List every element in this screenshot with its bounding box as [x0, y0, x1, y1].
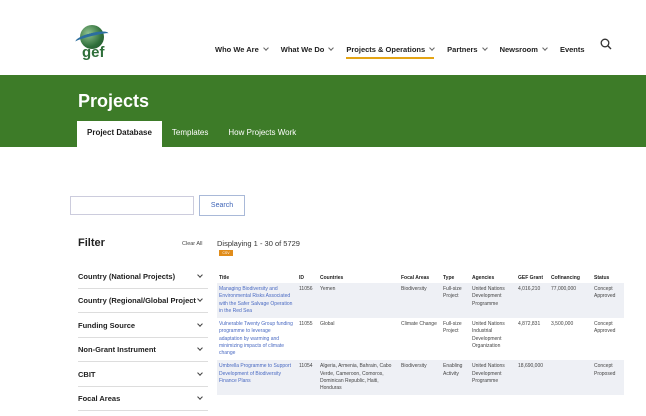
- table-header-row: Title ID Countries Focal Areas Type Agen…: [217, 262, 624, 283]
- nav-label: Projects & Operations: [346, 45, 426, 54]
- tab-templates[interactable]: Templates: [162, 121, 218, 147]
- project-agency: United Nations Development Programme: [470, 360, 516, 396]
- main-nav: Who We Are What We Do Projects & Operati…: [215, 40, 598, 59]
- chevron-down-icon: [542, 45, 548, 51]
- projects-table: Title ID Countries Focal Areas Type Agen…: [217, 262, 624, 396]
- filter-cbit[interactable]: CBIT: [78, 363, 208, 387]
- filter-title: Filter: [78, 237, 105, 249]
- project-focal-area: Biodiversity: [399, 283, 441, 318]
- project-title-link[interactable]: Umbrella Programme to Support Developmen…: [217, 360, 297, 396]
- nav-label: Events: [559, 45, 585, 54]
- project-countries: Global: [320, 321, 335, 327]
- filter-focal-areas[interactable]: Focal Areas: [78, 387, 208, 411]
- nav-events[interactable]: Events: [560, 45, 585, 54]
- project-grant: 4,872,831: [518, 321, 541, 327]
- filter-label: Funding Source: [78, 321, 136, 330]
- project-status: Concept Approved: [594, 321, 616, 335]
- nav-projects-operations[interactable]: Projects & Operations: [346, 45, 435, 59]
- table-row: Umbrella Programme to Support Developmen…: [217, 360, 624, 396]
- tab-how-projects-work[interactable]: How Projects Work: [218, 121, 306, 147]
- column-header-agencies[interactable]: Agencies: [470, 262, 516, 283]
- project-type: Full-size Project: [441, 283, 470, 318]
- section-tabs: Project Database Templates How Projects …: [77, 121, 306, 147]
- column-header-status[interactable]: Status: [592, 262, 624, 283]
- column-header-gef-grant[interactable]: GEF Grant: [516, 262, 549, 283]
- project-status: Concept Proposed: [592, 360, 624, 396]
- project-agency: United Nations Industrial Development Or…: [472, 321, 505, 349]
- column-header-type[interactable]: Type: [441, 262, 470, 283]
- project-grant: 4,016,210: [516, 283, 549, 318]
- project-cofinancing: 77,000,000: [549, 283, 592, 318]
- nav-who-we-are[interactable]: Who We Are: [215, 45, 269, 54]
- page-title: Projects: [78, 91, 150, 111]
- project-cofinancing: [549, 360, 592, 396]
- search-button[interactable]: Search: [199, 195, 245, 216]
- project-type: Enabling Activity: [441, 360, 470, 396]
- nav-what-we-do[interactable]: What We Do: [280, 45, 335, 54]
- column-header-title[interactable]: Title: [217, 262, 297, 283]
- nav-label: What We Do: [280, 45, 325, 54]
- logo-text: gef: [82, 44, 105, 61]
- project-countries: Algeria, Armenia, Bahrain, Cabo Verde, C…: [318, 360, 399, 396]
- project-id: 11055: [299, 321, 313, 327]
- column-header-focal-areas[interactable]: Focal Areas: [399, 262, 441, 283]
- gef-logo[interactable]: gef: [74, 22, 110, 62]
- nav-partners[interactable]: Partners: [447, 45, 488, 54]
- chevron-down-icon: [328, 45, 335, 51]
- project-title-link[interactable]: Managing Biodiversity and Environmental …: [217, 283, 297, 318]
- chevron-down-icon: [262, 45, 269, 51]
- tab-project-database[interactable]: Project Database: [77, 121, 162, 147]
- chevron-down-icon: [197, 345, 203, 351]
- table-row: Managing Biodiversity and Environmental …: [217, 283, 624, 318]
- chevron-down-icon: [197, 296, 203, 302]
- project-id: 11056: [297, 283, 318, 318]
- chevron-down-icon: [197, 394, 203, 400]
- chevron-down-icon: [197, 272, 203, 278]
- chevron-down-icon: [197, 321, 203, 327]
- results-count: Displaying 1 - 30 of 5729: [217, 239, 300, 248]
- csv-download-icon[interactable]: CSV: [219, 250, 233, 256]
- filter-label: Non-Grant Instrument: [78, 345, 156, 354]
- filter-non-grant-instrument[interactable]: Non-Grant Instrument: [78, 338, 208, 362]
- column-header-id[interactable]: ID: [297, 262, 318, 283]
- project-status: Concept Approved: [592, 283, 624, 318]
- filter-label: CBIT: [78, 370, 96, 379]
- filter-label: Country (Regional/Global Projects): [78, 296, 196, 305]
- project-focal-area: Climate Change: [401, 321, 437, 327]
- chevron-down-icon: [429, 45, 435, 51]
- project-type: Full-size Project: [443, 321, 462, 335]
- nav-label: Partners: [447, 45, 478, 54]
- site-header: gef Who We Are What We Do Projects & Ope…: [0, 0, 646, 75]
- project-countries: Yemen: [318, 283, 399, 318]
- filter-funding-source[interactable]: Funding Source: [78, 314, 208, 338]
- clear-all-link[interactable]: Clear All: [182, 241, 202, 247]
- filter-label: Focal Areas: [78, 394, 121, 403]
- search-icon[interactable]: [600, 38, 612, 50]
- search-input[interactable]: [70, 196, 194, 215]
- project-id: 11054: [297, 360, 318, 396]
- nav-newsroom[interactable]: Newsroom: [499, 45, 548, 54]
- filter-label: Country (National Projects): [78, 272, 176, 281]
- filter-country-national[interactable]: Country (National Projects): [78, 265, 208, 289]
- project-focal-area: Biodiversity: [399, 360, 441, 396]
- chevron-down-icon: [197, 370, 203, 376]
- nav-label: Who We Are: [215, 45, 259, 54]
- project-title-link[interactable]: Vulnerable Twenty Group funding programm…: [217, 318, 297, 360]
- filter-country-regional[interactable]: Country (Regional/Global Projects): [78, 289, 208, 313]
- column-header-cofinancing[interactable]: Cofinancing: [549, 262, 592, 283]
- project-agency: United Nations Development Programme: [470, 283, 516, 318]
- project-grant: 18,690,000: [516, 360, 549, 396]
- table-row: Vulnerable Twenty Group funding programm…: [217, 318, 624, 360]
- project-cofinancing: 3,500,000: [551, 321, 574, 327]
- column-header-countries[interactable]: Countries: [318, 262, 399, 283]
- nav-label: Newsroom: [499, 45, 538, 54]
- chevron-down-icon: [481, 45, 488, 51]
